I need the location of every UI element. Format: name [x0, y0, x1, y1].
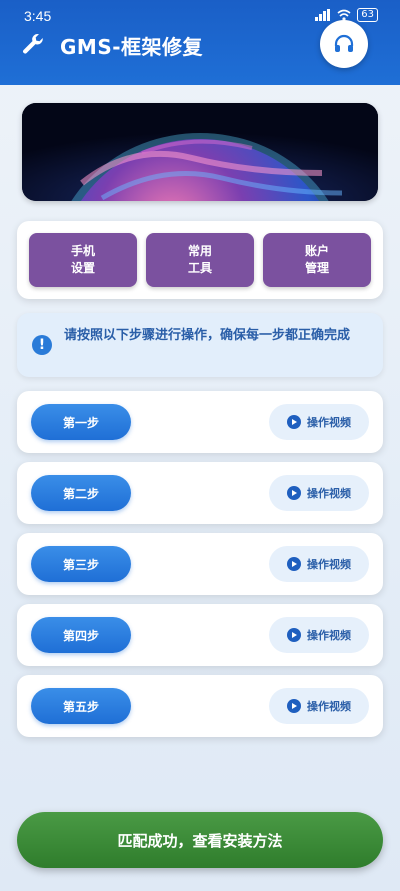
account-manage-label-1: 账户 [304, 244, 329, 258]
app-header: 3:45 63 GMS-框架修复 [0, 0, 400, 85]
common-tools-button[interactable]: 常用 工具 [146, 233, 254, 287]
step-1-button[interactable]: 第一步 [31, 404, 131, 440]
play-icon [287, 699, 301, 713]
step-5-video-button[interactable]: 操作视频 [269, 688, 369, 724]
app-title: GMS-框架修复 [60, 34, 204, 59]
notice-text: 请按照以下步骤进行操作，确保每一步都正确完成 [64, 328, 351, 343]
step-3-button[interactable]: 第三步 [31, 546, 131, 582]
play-icon [287, 415, 301, 429]
wrench-icon [23, 33, 43, 54]
phone-settings-label-1: 手机 [70, 244, 95, 258]
phone-settings-label-2: 设置 [70, 261, 95, 275]
phone-settings-button[interactable]: 手机 设置 [29, 233, 137, 287]
view-install-method-button[interactable]: 匹配成功，查看安装方法 [17, 812, 383, 868]
planet-illustration [22, 103, 378, 201]
common-tools-label-1: 常用 [187, 244, 212, 258]
step-4-video-button[interactable]: 操作视频 [269, 617, 369, 653]
video-label: 操作视频 [307, 416, 351, 429]
info-icon: ! [32, 335, 52, 355]
step-2-button[interactable]: 第二步 [31, 475, 131, 511]
notice-banner: ! 请按照以下步骤进行操作，确保每一步都正确完成 [17, 313, 383, 377]
common-tools-label-2: 工具 [187, 261, 212, 275]
account-manage-label-2: 管理 [304, 261, 329, 275]
account-manage-button[interactable]: 账户 管理 [263, 233, 371, 287]
step-card: 第二步 操作视频 [17, 462, 383, 524]
title-row: GMS-框架修复 [20, 28, 203, 62]
video-label: 操作视频 [307, 700, 351, 713]
step-1-video-button[interactable]: 操作视频 [269, 404, 369, 440]
video-label: 操作视频 [307, 558, 351, 571]
signal-icon [315, 9, 331, 21]
step-card: 第三步 操作视频 [17, 533, 383, 595]
video-label: 操作视频 [307, 487, 351, 500]
step-3-video-button[interactable]: 操作视频 [269, 546, 369, 582]
step-2-video-button[interactable]: 操作视频 [269, 475, 369, 511]
step-4-button[interactable]: 第四步 [31, 617, 131, 653]
video-label: 操作视频 [307, 629, 351, 642]
menu-card: 手机 设置 常用 工具 账户 管理 [17, 221, 383, 299]
step-card: 第五步 操作视频 [17, 675, 383, 737]
play-icon [287, 557, 301, 571]
banner-image [22, 103, 378, 201]
step-card: 第四步 操作视频 [17, 604, 383, 666]
support-button[interactable] [320, 20, 368, 68]
battery-icon: 63 [357, 8, 378, 22]
step-card: 第一步 操作视频 [17, 391, 383, 453]
play-icon [287, 486, 301, 500]
headset-icon [334, 34, 354, 52]
status-time: 3:45 [24, 8, 52, 24]
step-5-button[interactable]: 第五步 [31, 688, 131, 724]
play-icon [287, 628, 301, 642]
